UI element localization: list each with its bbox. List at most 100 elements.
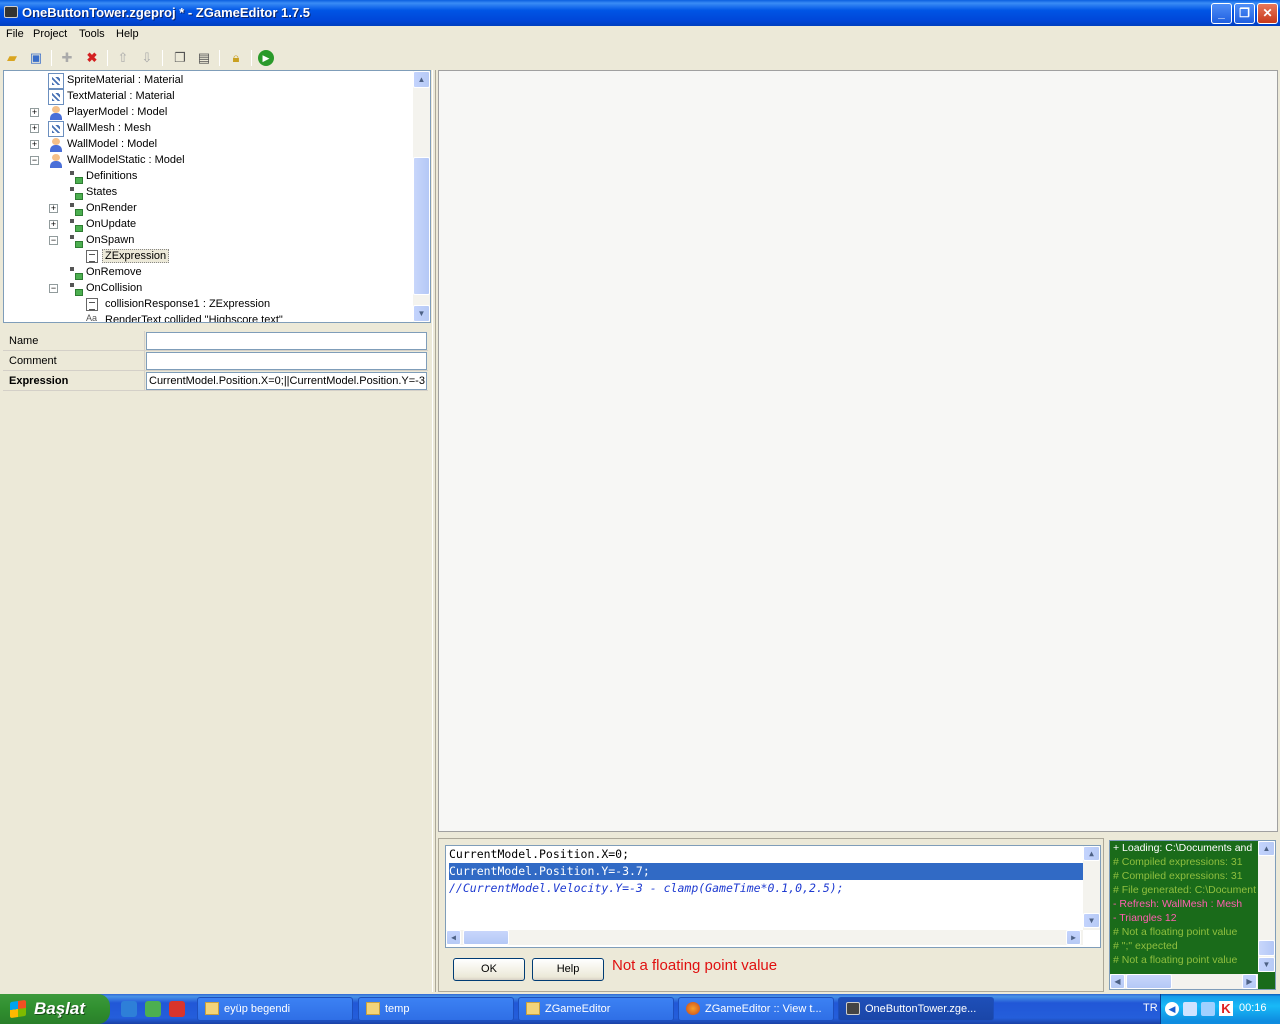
tree-scrollbar[interactable]: ▲ ▼ [413,71,430,322]
expand-icon[interactable]: + [49,220,58,229]
collapse-icon[interactable]: − [30,156,39,165]
code-line-comment: //CurrentModel.Velocity.Y=-3 - clamp(Gam… [449,881,844,895]
ie-icon[interactable] [121,1001,137,1017]
collapse-icon[interactable]: − [49,236,58,245]
folder-icon [526,1002,540,1015]
tree-item[interactable]: − WallModelStatic : Model [4,153,414,169]
delete-icon[interactable]: ✖ [83,49,101,67]
scroll-up-icon[interactable]: ▲ [413,71,430,88]
tree-item[interactable]: − OnCollision [4,281,414,297]
close-button[interactable]: ✕ [1257,3,1278,24]
expression-field[interactable]: CurrentModel.Position.X=0;||CurrentModel… [146,372,427,390]
lock-icon[interactable]: 🔒︎ [227,49,245,67]
start-button[interactable]: Başlat [0,994,110,1024]
tree-item[interactable]: SpriteMaterial : Material [4,73,414,89]
log-hscrollbar[interactable]: ◀ ▶ [1110,974,1258,989]
move-down-icon[interactable]: ⇩ [138,49,156,67]
editor-vscrollbar[interactable]: ▲ ▼ [1083,846,1100,930]
scroll-thumb[interactable] [413,157,430,295]
antivirus-icon[interactable]: K [1219,1001,1233,1016]
tree-item[interactable]: + OnUpdate [4,217,414,233]
scroll-down-icon[interactable]: ▼ [1258,957,1275,972]
paste-icon[interactable]: ▤ [195,49,213,67]
taskbar: Başlat eyüp begendi temp ZGameEditor ZGa… [0,994,1280,1024]
comment-field[interactable] [146,352,427,370]
run-icon[interactable]: ▶ [258,50,274,66]
tree-item[interactable]: − OnSpawn [4,233,414,249]
language-indicator[interactable]: TR [1143,1002,1158,1014]
clock[interactable]: 00:16 [1239,1002,1267,1014]
branch-icon [67,281,83,297]
taskbar-item[interactable]: temp [358,997,514,1021]
tree-item[interactable]: + PlayerModel : Model [4,105,414,121]
volume-icon[interactable] [1201,1002,1215,1016]
branch-icon [67,185,83,201]
name-field[interactable] [146,332,427,350]
panel-splitter[interactable] [432,70,436,992]
scroll-thumb[interactable] [1126,974,1172,989]
log-line: # File generated: C:\Document [1113,884,1256,896]
menu-tools[interactable]: Tools [79,28,105,40]
tree-item[interactable]: + OnRender [4,201,414,217]
taskbar-item[interactable]: ZGameEditor [518,997,674,1021]
log-line: # Not a floating point value [1113,954,1238,966]
tree-item-selected[interactable]: ZExpression [4,249,414,265]
copy-icon[interactable]: ❐ [171,49,189,67]
tree-item[interactable]: TextMaterial : Material [4,89,414,105]
code-editor[interactable]: CurrentModel.Position.X=0; CurrentModel.… [445,845,1101,948]
expand-icon[interactable]: + [30,124,39,133]
property-label: Comment [5,351,145,371]
minimize-button[interactable]: _ [1211,3,1232,24]
scroll-right-icon[interactable]: ▶ [1066,930,1081,945]
scroll-up-icon[interactable]: ▲ [1083,846,1100,861]
scroll-left-icon[interactable]: ◀ [446,930,461,945]
tree-item[interactable]: + WallModel : Model [4,137,414,153]
open-folder-icon[interactable]: ▰ [3,49,21,67]
material-icon [48,73,64,89]
material-icon [48,89,64,105]
log-vscrollbar[interactable]: ▲ ▼ [1258,841,1275,972]
expand-icon[interactable]: + [30,108,39,117]
help-button[interactable]: Help [532,958,604,981]
code-line: CurrentModel.Position.X=0; [449,847,630,861]
scroll-left-icon[interactable]: ◀ [1110,974,1125,989]
taskbar-item-active[interactable]: OneButtonTower.zge... [838,997,994,1021]
tree-item[interactable]: States [4,185,414,201]
editor-hscrollbar[interactable]: ◀ ▶ [446,930,1083,945]
scroll-thumb[interactable] [463,930,509,945]
scroll-thumb[interactable] [1258,940,1275,956]
tree-item[interactable]: collisionResponse1 : ZExpression [4,297,414,313]
ok-button[interactable]: OK [453,958,525,981]
quicklaunch-icon[interactable] [145,1001,161,1017]
scroll-down-icon[interactable]: ▼ [413,305,430,322]
scroll-right-icon[interactable]: ▶ [1242,974,1257,989]
add-icon[interactable]: ✚ [58,49,76,67]
scroll-up-icon[interactable]: ▲ [1258,841,1275,856]
network-icon[interactable] [1183,1002,1197,1016]
collapse-icon[interactable]: − [49,284,58,293]
code-line-selected: CurrentModel.Position.Y=-3.7; [449,863,1083,880]
tree-item[interactable]: + WallMesh : Mesh [4,121,414,137]
menu-project[interactable]: Project [33,28,67,40]
expand-icon[interactable]: + [49,204,58,213]
branch-icon [67,265,83,281]
tree-item[interactable]: Definitions [4,169,414,185]
restore-button[interactable]: ❐ [1234,3,1255,24]
app-icon[interactable] [4,6,18,18]
expand-icon[interactable]: + [30,140,39,149]
quicklaunch-icon[interactable] [169,1001,185,1017]
taskbar-item[interactable]: eyüp begendi [197,997,353,1021]
menu-bar: File Project Tools Help [0,26,1280,44]
log-panel[interactable]: + Loading: C:\Documents and # Compiled e… [1109,840,1276,990]
tree-item[interactable]: Aa RenderText collided "Highscore text" [4,313,414,322]
preview-canvas[interactable] [438,70,1278,832]
menu-help[interactable]: Help [116,28,139,40]
scroll-down-icon[interactable]: ▼ [1083,913,1100,928]
chevron-left-icon[interactable]: ◀ [1165,1002,1179,1016]
save-icon[interactable]: ▣ [27,49,45,67]
move-up-icon[interactable]: ⇧ [114,49,132,67]
taskbar-item[interactable]: ZGameEditor :: View t... [678,997,834,1021]
property-label: Expression [5,371,145,391]
menu-file[interactable]: File [6,28,24,40]
tree-item[interactable]: OnRemove [4,265,414,281]
